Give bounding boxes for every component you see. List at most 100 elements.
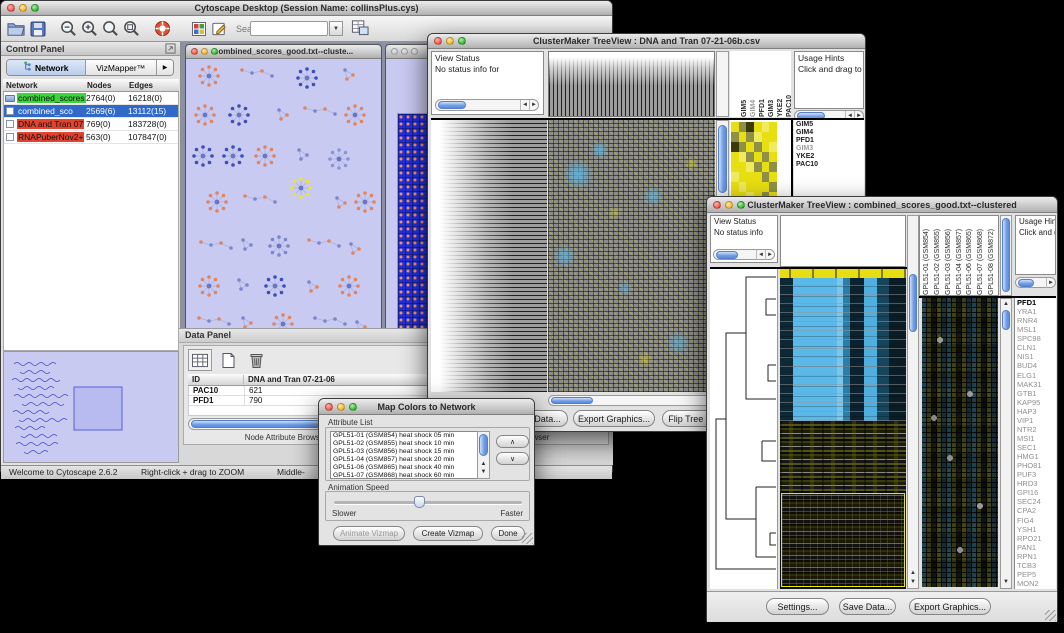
expression-heatmap[interactable]: [780, 269, 906, 589]
gene-label[interactable]: CLN1: [1015, 343, 1056, 352]
attribute-item[interactable]: GPL51-07 (GSM868) heat shock 60 min: [331, 472, 489, 479]
gene-label[interactable]: GPI16: [1015, 488, 1056, 497]
save-data-button[interactable]: Save Data...: [839, 598, 896, 615]
scroll-left-arrow[interactable]: ◄: [756, 250, 765, 260]
row-dendrogram[interactable]: [710, 269, 778, 589]
scroll-down-arrow[interactable]: ▼: [1001, 578, 1011, 587]
gene-label[interactable]: PFD1: [796, 137, 864, 145]
export-graphics-button[interactable]: Export Graphics...: [909, 598, 991, 615]
zoom-fit-icon[interactable]: [123, 20, 140, 37]
attribute-item[interactable]: GPL51-02 (GSM855) heat shock 10 min: [331, 440, 489, 448]
minimize-button[interactable]: [446, 37, 454, 45]
gene-label[interactable]: SPC98: [1015, 334, 1056, 343]
open-folder-icon[interactable]: [7, 21, 26, 37]
gene-label[interactable]: YSH1: [1015, 525, 1056, 534]
gene-label[interactable]: GTB1: [1015, 389, 1056, 398]
attribute-select-icon[interactable]: [188, 349, 212, 371]
scroll-thumb[interactable]: [716, 251, 738, 259]
gene-label[interactable]: PFD1: [1015, 298, 1056, 307]
gene-label[interactable]: MON2: [1015, 579, 1056, 588]
attribute-list-scrollbar[interactable]: ▲ ▼: [477, 431, 490, 479]
search-dropdown-arrow[interactable]: ▼: [329, 21, 343, 36]
vscrollbar-thumb[interactable]: [1002, 218, 1010, 292]
minimize-button[interactable]: [19, 4, 27, 12]
node-attributes-icon[interactable]: [191, 21, 207, 37]
zoom-button[interactable]: [211, 48, 218, 55]
heatmap-vscrollbar[interactable]: ▲ ▼: [907, 215, 919, 589]
create-vizmap-button[interactable]: Create Vizmap: [413, 526, 483, 541]
scroll-left-arrow[interactable]: ◄: [520, 100, 529, 110]
vscrollbar-thumb[interactable]: [718, 125, 727, 193]
usage-hints-scrollbar[interactable]: ►: [1015, 277, 1056, 288]
done-button[interactable]: Done: [491, 526, 525, 541]
zoom-button[interactable]: [737, 201, 745, 209]
gene-label[interactable]: RPO21: [1015, 534, 1056, 543]
gene-label[interactable]: TCB3: [1015, 561, 1056, 570]
scroll-right-arrow[interactable]: ►: [765, 250, 774, 260]
treeview1-titlebar[interactable]: ClusterMaker TreeView : DNA and Tran 07-…: [428, 34, 865, 49]
speed-slider-thumb[interactable]: [414, 496, 425, 508]
scroll-thumb[interactable]: [438, 101, 466, 109]
scroll-right-arrow[interactable]: ►: [1046, 278, 1055, 288]
scroll-down-arrow[interactable]: ▼: [478, 468, 489, 477]
heatmap-hscrollbar[interactable]: [548, 395, 729, 406]
zoom-button[interactable]: [349, 403, 357, 411]
overview-viewport-rect[interactable]: [74, 387, 122, 430]
move-up-button[interactable]: ∧: [496, 435, 529, 448]
col-edges[interactable]: Edges: [129, 81, 179, 90]
attribute-item[interactable]: GPL51-01 (GSM854) heat shock 05 min: [331, 432, 489, 440]
zoom-heatmap[interactable]: [922, 298, 998, 587]
row-dendrogram[interactable]: [431, 120, 547, 392]
gene-label[interactable]: NTR2: [1015, 425, 1056, 434]
interaction-heatmap[interactable]: [548, 120, 715, 392]
move-down-button[interactable]: ∨: [496, 452, 529, 465]
animate-vizmap-button[interactable]: Animate Vizmap: [333, 526, 405, 541]
hscrollbar-thumb[interactable]: [551, 397, 593, 404]
search-input[interactable]: [250, 21, 328, 36]
gene-label[interactable]: YRA1: [1015, 307, 1056, 316]
gene-list-vscrollbar[interactable]: ▲ ▼: [1000, 298, 1012, 589]
gene-label[interactable]: VIP1: [1015, 416, 1056, 425]
col-network[interactable]: Network: [3, 81, 87, 90]
dialog-titlebar[interactable]: Map Colors to Network: [319, 399, 534, 415]
top-scroll-strip[interactable]: [716, 51, 729, 117]
network-list-row[interactable]: DNA and Tran 07 769(0) 183728(0): [4, 118, 178, 131]
gene-label[interactable]: GIM4: [796, 129, 864, 137]
gene-label[interactable]: BUD4: [1015, 361, 1056, 370]
network-overview-panel[interactable]: [3, 351, 179, 463]
gene-label[interactable]: YKE2: [796, 153, 864, 161]
minimize-button[interactable]: [725, 201, 733, 209]
zoom-out-icon[interactable]: [60, 20, 77, 37]
tab-network[interactable]: Network: [7, 60, 86, 75]
view-status-scrollbar[interactable]: ◄►: [435, 99, 539, 111]
gene-label[interactable]: SEC1: [1015, 443, 1056, 452]
close-button[interactable]: [434, 37, 442, 45]
zoom-button[interactable]: [458, 37, 466, 45]
vscrollbar-thumb[interactable]: [1002, 310, 1010, 330]
tab-overflow-button[interactable]: ▶: [157, 60, 173, 75]
scroll-thumb[interactable]: [1018, 279, 1034, 287]
column-dendrogram[interactable]: [548, 51, 715, 117]
speed-slider-track[interactable]: [334, 501, 522, 504]
scroll-up-arrow[interactable]: ▲: [908, 569, 918, 578]
view-status-scrollbar[interactable]: ◄►: [713, 249, 775, 260]
gene-label[interactable]: SEC24: [1015, 497, 1056, 506]
col-nodes[interactable]: Nodes: [87, 81, 129, 90]
close-button[interactable]: [713, 201, 721, 209]
gene-label[interactable]: MSL1: [1015, 325, 1056, 334]
gene-label[interactable]: MAK31: [1015, 380, 1056, 389]
gene-label[interactable]: PEP5: [1015, 570, 1056, 579]
help-ring-icon[interactable]: [154, 20, 171, 37]
vscrollbar-thumb[interactable]: [909, 274, 917, 332]
gene-label[interactable]: HMG1: [1015, 452, 1056, 461]
zoom-button[interactable]: [411, 48, 418, 55]
export-graphics-button[interactable]: Export Graphics...: [573, 410, 655, 427]
network-list-row[interactable]: combined_scores 2764(0) 16218(0): [4, 92, 178, 105]
vscrollbar-thumb[interactable]: [479, 434, 488, 456]
resize-grip[interactable]: [1045, 610, 1056, 621]
attribute-item[interactable]: GPL51-06 (GSM865) heat shock 40 min: [331, 464, 489, 472]
network-canvas[interactable]: [187, 60, 380, 368]
minimize-button[interactable]: [201, 48, 208, 55]
col-id[interactable]: ID: [188, 375, 244, 384]
import-table-icon[interactable]: [351, 19, 369, 36]
